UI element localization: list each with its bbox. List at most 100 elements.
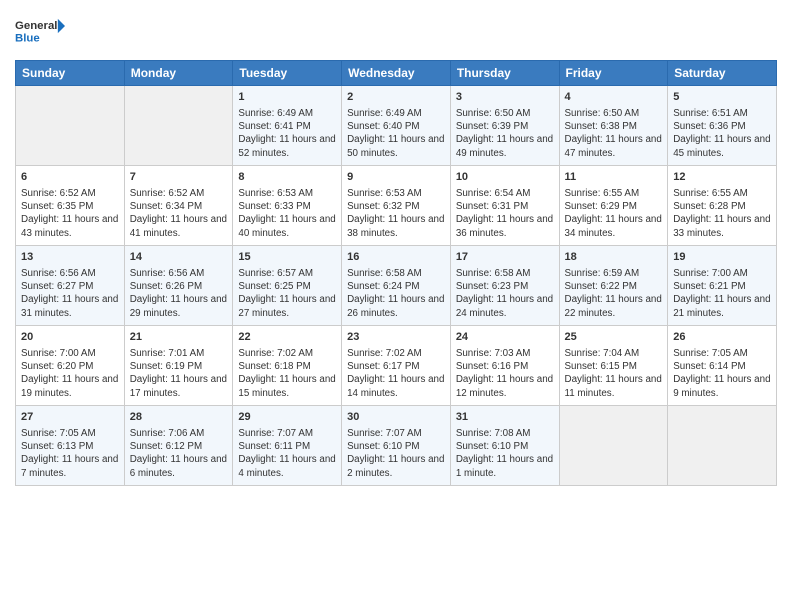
day-number: 10 — [456, 170, 554, 185]
day-number: 31 — [456, 410, 554, 425]
day-info: Sunrise: 7:05 AMSunset: 6:14 PMDaylight:… — [673, 347, 771, 400]
day-number: 25 — [565, 330, 663, 345]
day-number: 12 — [673, 170, 771, 185]
day-info: Sunrise: 6:49 AMSunset: 6:41 PMDaylight:… — [238, 107, 336, 160]
day-info: Sunrise: 6:58 AMSunset: 6:24 PMDaylight:… — [347, 267, 445, 320]
header: General Blue — [15, 10, 777, 52]
calendar-cell: 17 Sunrise: 6:58 AMSunset: 6:23 PMDayligh… — [450, 246, 559, 326]
header-cell-tuesday: Tuesday — [233, 61, 342, 86]
day-number: 14 — [130, 250, 228, 265]
calendar-cell: 5Sunrise: 6:51 AMSunset: 6:36 PMDaylight… — [668, 86, 777, 166]
day-info: Sunrise: 7:07 AMSunset: 6:11 PMDaylight:… — [238, 427, 336, 480]
calendar-cell: 18 Sunrise: 6:59 AMSunset: 6:22 PMDayligh… — [559, 246, 668, 326]
day-info: Sunrise: 6:50 AMSunset: 6:39 PMDaylight:… — [456, 107, 554, 160]
day-number: 3 — [456, 90, 554, 105]
day-number: 4 — [565, 90, 663, 105]
calendar-cell: 11Sunrise: 6:55 AMSunset: 6:29 PMDayligh… — [559, 166, 668, 246]
day-info: Sunrise: 7:00 AMSunset: 6:20 PMDaylight:… — [21, 347, 119, 400]
calendar-cell: 20 Sunrise: 7:00 AMSunset: 6:20 PMDayligh… — [16, 326, 125, 406]
calendar-cell: 1 Sunrise: 6:49 AMSunset: 6:41 PMDaylight… — [233, 86, 342, 166]
day-info: Sunrise: 7:03 AMSunset: 6:16 PMDaylight:… — [456, 347, 554, 400]
day-number: 23 — [347, 330, 445, 345]
calendar-cell — [124, 86, 233, 166]
calendar-cell: 12 Sunrise: 6:55 AMSunset: 6:28 PMDayligh… — [668, 166, 777, 246]
header-cell-monday: Monday — [124, 61, 233, 86]
calendar-cell: 29 Sunrise: 7:07 AMSunset: 6:11 PMDayligh… — [233, 406, 342, 486]
calendar-cell: 27 Sunrise: 7:05 AMSunset: 6:13 PMDayligh… — [16, 406, 125, 486]
day-info: Sunrise: 6:55 AMSunset: 6:29 PMDaylight:… — [565, 187, 663, 240]
day-info: Sunrise: 6:55 AMSunset: 6:28 PMDaylight:… — [673, 187, 771, 240]
calendar-cell: 31 Sunrise: 7:08 AMSunset: 6:10 PMDayligh… — [450, 406, 559, 486]
day-number: 28 — [130, 410, 228, 425]
day-number: 9 — [347, 170, 445, 185]
day-number: 18 — [565, 250, 663, 265]
day-number: 27 — [21, 410, 119, 425]
week-row-2: 6Sunrise: 6:52 AMSunset: 6:35 PMDaylight… — [16, 166, 777, 246]
day-number: 30 — [347, 410, 445, 425]
day-info: Sunrise: 7:02 AMSunset: 6:18 PMDaylight:… — [238, 347, 336, 400]
day-info: Sunrise: 6:49 AMSunset: 6:40 PMDaylight:… — [347, 107, 445, 160]
week-row-5: 27 Sunrise: 7:05 AMSunset: 6:13 PMDayligh… — [16, 406, 777, 486]
calendar-cell: 7 Sunrise: 6:52 AMSunset: 6:34 PMDaylight… — [124, 166, 233, 246]
day-info: Sunrise: 6:52 AMSunset: 6:35 PMDaylight:… — [21, 187, 119, 240]
svg-text:General: General — [15, 20, 57, 32]
calendar-table: SundayMondayTuesdayWednesdayThursdayFrid… — [15, 60, 777, 486]
day-info: Sunrise: 6:59 AMSunset: 6:22 PMDaylight:… — [565, 267, 663, 320]
calendar-cell: 19Sunrise: 7:00 AMSunset: 6:21 PMDayligh… — [668, 246, 777, 326]
calendar-cell: 10 Sunrise: 6:54 AMSunset: 6:31 PMDayligh… — [450, 166, 559, 246]
header-cell-sunday: Sunday — [16, 61, 125, 86]
day-number: 24 — [456, 330, 554, 345]
day-info: Sunrise: 7:00 AMSunset: 6:21 PMDaylight:… — [673, 267, 771, 320]
day-number: 15 — [238, 250, 336, 265]
day-number: 22 — [238, 330, 336, 345]
day-number: 16 — [347, 250, 445, 265]
calendar-cell: 30 Sunrise: 7:07 AMSunset: 6:10 PMDayligh… — [342, 406, 451, 486]
day-number: 29 — [238, 410, 336, 425]
day-info: Sunrise: 7:07 AMSunset: 6:10 PMDaylight:… — [347, 427, 445, 480]
logo: General Blue — [15, 10, 65, 52]
header-cell-friday: Friday — [559, 61, 668, 86]
day-number: 5 — [673, 90, 771, 105]
day-info: Sunrise: 6:52 AMSunset: 6:34 PMDaylight:… — [130, 187, 228, 240]
day-info: Sunrise: 7:08 AMSunset: 6:10 PMDaylight:… — [456, 427, 554, 480]
svg-text:Blue: Blue — [15, 33, 40, 45]
week-row-3: 13 Sunrise: 6:56 AMSunset: 6:27 PMDayligh… — [16, 246, 777, 326]
header-row: SundayMondayTuesdayWednesdayThursdayFrid… — [16, 61, 777, 86]
day-info: Sunrise: 7:01 AMSunset: 6:19 PMDaylight:… — [130, 347, 228, 400]
calendar-cell: 28 Sunrise: 7:06 AMSunset: 6:12 PMDayligh… — [124, 406, 233, 486]
day-number: 26 — [673, 330, 771, 345]
calendar-cell: 6Sunrise: 6:52 AMSunset: 6:35 PMDaylight… — [16, 166, 125, 246]
day-info: Sunrise: 6:53 AMSunset: 6:33 PMDaylight:… — [238, 187, 336, 240]
day-info: Sunrise: 6:56 AMSunset: 6:26 PMDaylight:… — [130, 267, 228, 320]
day-info: Sunrise: 6:53 AMSunset: 6:32 PMDaylight:… — [347, 187, 445, 240]
day-info: Sunrise: 7:06 AMSunset: 6:12 PMDaylight:… — [130, 427, 228, 480]
calendar-cell: 22 Sunrise: 7:02 AMSunset: 6:18 PMDayligh… — [233, 326, 342, 406]
day-info: Sunrise: 6:56 AMSunset: 6:27 PMDaylight:… — [21, 267, 119, 320]
day-number: 1 — [238, 90, 336, 105]
header-cell-saturday: Saturday — [668, 61, 777, 86]
day-info: Sunrise: 6:54 AMSunset: 6:31 PMDaylight:… — [456, 187, 554, 240]
day-number: 7 — [130, 170, 228, 185]
day-info: Sunrise: 7:05 AMSunset: 6:13 PMDaylight:… — [21, 427, 119, 480]
day-number: 20 — [21, 330, 119, 345]
calendar-cell: 8Sunrise: 6:53 AMSunset: 6:33 PMDaylight… — [233, 166, 342, 246]
calendar-cell — [668, 406, 777, 486]
day-number: 13 — [21, 250, 119, 265]
calendar-cell — [16, 86, 125, 166]
week-row-4: 20 Sunrise: 7:00 AMSunset: 6:20 PMDayligh… — [16, 326, 777, 406]
calendar-cell: 25Sunrise: 7:04 AMSunset: 6:15 PMDayligh… — [559, 326, 668, 406]
day-number: 17 — [456, 250, 554, 265]
day-info: Sunrise: 6:58 AMSunset: 6:23 PMDaylight:… — [456, 267, 554, 320]
header-cell-thursday: Thursday — [450, 61, 559, 86]
page: General Blue SundayMondayTuesdayWednesda… — [0, 0, 792, 612]
logo-svg: General Blue — [15, 10, 65, 52]
calendar-cell — [559, 406, 668, 486]
day-info: Sunrise: 6:50 AMSunset: 6:38 PMDaylight:… — [565, 107, 663, 160]
calendar-cell: 13 Sunrise: 6:56 AMSunset: 6:27 PMDayligh… — [16, 246, 125, 326]
calendar-cell: 26 Sunrise: 7:05 AMSunset: 6:14 PMDayligh… — [668, 326, 777, 406]
day-info: Sunrise: 7:02 AMSunset: 6:17 PMDaylight:… — [347, 347, 445, 400]
calendar-cell: 2 Sunrise: 6:49 AMSunset: 6:40 PMDaylight… — [342, 86, 451, 166]
day-number: 2 — [347, 90, 445, 105]
calendar-cell: 16 Sunrise: 6:58 AMSunset: 6:24 PMDayligh… — [342, 246, 451, 326]
calendar-cell: 9 Sunrise: 6:53 AMSunset: 6:32 PMDaylight… — [342, 166, 451, 246]
